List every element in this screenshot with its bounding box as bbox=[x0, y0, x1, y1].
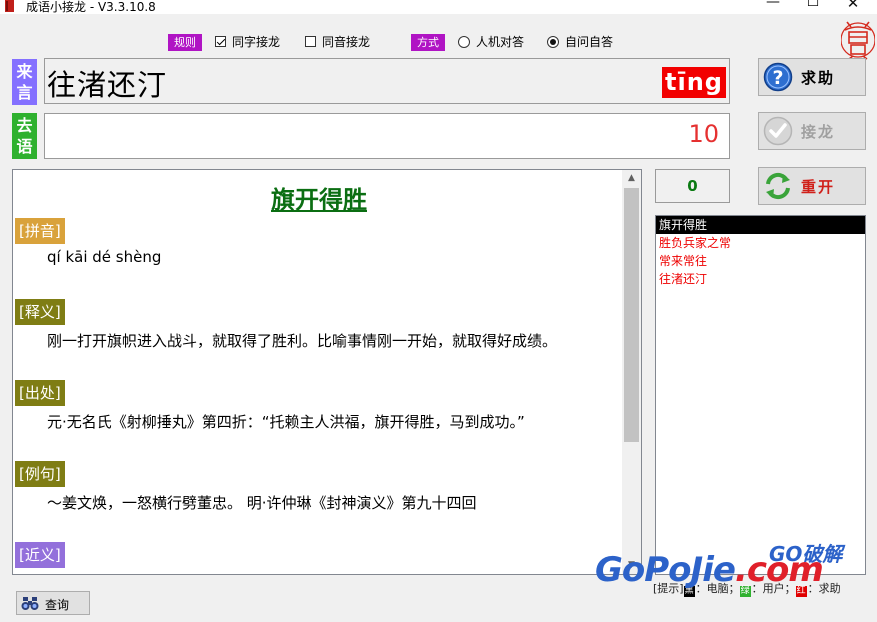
help-button[interactable]: ? 求助 bbox=[758, 58, 866, 96]
app-book-icon bbox=[5, 0, 14, 12]
svg-text:?: ? bbox=[772, 67, 783, 89]
legend-green-swatch: 绿 bbox=[739, 586, 751, 597]
next-button[interactable]: 接龙 bbox=[758, 112, 866, 150]
same-sound-label: 同音接龙 bbox=[322, 35, 371, 49]
question-icon: ? bbox=[763, 62, 793, 92]
idiom-title: 旗开得胜 bbox=[271, 186, 367, 214]
history-item[interactable]: 旗开得胜 bbox=[656, 216, 865, 234]
same-char-label: 同字接龙 bbox=[232, 35, 281, 49]
example-section-label: [例句] bbox=[15, 461, 65, 487]
history-list[interactable]: 旗开得胜 胜负兵家之常 常来常往 往渚还汀 bbox=[655, 215, 866, 575]
incoming-box: 往渚还汀 tīng bbox=[44, 58, 730, 104]
synonym-section-label: [近义] bbox=[15, 542, 65, 568]
binoculars-icon bbox=[21, 597, 39, 610]
legend-help: ：求助 bbox=[807, 582, 841, 595]
same-sound-checkbox[interactable]: 同音接龙 bbox=[305, 34, 370, 51]
legend-red-swatch: 红 bbox=[795, 586, 807, 597]
source-text: 元·无名氏《射柳捶丸》第四折：“托赖主人洪福，旗开得胜，马到成功。” bbox=[47, 413, 525, 431]
history-item[interactable]: 胜负兵家之常 bbox=[656, 234, 865, 252]
answer-input[interactable]: 10 bbox=[44, 113, 730, 159]
idiom-detail-panel[interactable]: 旗开得胜 [拼音] qí kāi dé shèng [释义] 刚一打开旗帜进入战… bbox=[12, 169, 642, 575]
incoming-idiom: 往渚还汀 bbox=[47, 68, 168, 102]
query-label: 查询 bbox=[45, 598, 70, 612]
tail-pinyin-badge: tīng bbox=[662, 67, 726, 98]
seal-stamp-icon[interactable] bbox=[841, 20, 875, 60]
scroll-up-arrow-icon[interactable]: ▲ bbox=[622, 170, 641, 187]
pinyin-text: qí kāi dé shèng bbox=[47, 248, 162, 266]
query-button[interactable]: 查询 bbox=[16, 591, 90, 615]
vs-computer-label: 人机对答 bbox=[476, 35, 525, 49]
next-label: 接龙 bbox=[801, 123, 836, 141]
radio-selected-icon bbox=[547, 36, 559, 48]
scroll-thumb[interactable] bbox=[624, 188, 639, 442]
close-button[interactable]: ✕ bbox=[833, 0, 873, 14]
legend-black-swatch: 黑 bbox=[683, 586, 695, 597]
self-answer-radio[interactable]: 自问自答 bbox=[547, 34, 613, 51]
legend-user: ：用户； bbox=[751, 582, 796, 595]
legend-prefix: [提示] bbox=[653, 582, 684, 595]
app-window: 成语小接龙 - V3.3.10.8 — ☐ ✕ 规则 同字接龙 同音接龙 方式 … bbox=[0, 0, 877, 622]
outgoing-label: 去语 bbox=[12, 113, 37, 159]
help-label: 求助 bbox=[801, 69, 836, 87]
pinyin-section-label: [拼音] bbox=[15, 218, 65, 244]
minimize-button[interactable]: — bbox=[753, 0, 793, 14]
source-section-label: [出处] bbox=[15, 380, 65, 406]
vs-computer-radio[interactable]: 人机对答 bbox=[458, 34, 524, 51]
rule-tag: 规则 bbox=[168, 34, 202, 51]
example-text: ～姜文焕，一怒横行劈董忠。 明·许仲琳《封神演义》第九十四回 bbox=[47, 494, 477, 512]
countdown-number: 10 bbox=[688, 120, 719, 148]
history-item[interactable]: 往渚还汀 bbox=[656, 270, 865, 288]
restart-label: 重开 bbox=[801, 178, 836, 196]
meaning-text: 刚一打开旗帜进入战斗，就取得了胜利。比喻事情刚一开始，就取得好成绩。 bbox=[47, 332, 558, 350]
legend-computer: ：电脑； bbox=[695, 582, 740, 595]
scroll-down-arrow-icon[interactable]: ▼ bbox=[622, 557, 641, 574]
detail-scrollbar[interactable]: ▲ ▼ bbox=[622, 170, 641, 574]
incoming-label: 来言 bbox=[12, 59, 37, 105]
checkbox-checked-icon bbox=[215, 36, 226, 47]
radio-unselected-icon bbox=[458, 36, 470, 48]
window-title: 成语小接龙 - V3.3.10.8 bbox=[26, 0, 156, 14]
meaning-section-label: [释义] bbox=[15, 299, 65, 325]
history-item[interactable]: 常来常往 bbox=[656, 252, 865, 270]
score-counter: 0 bbox=[655, 169, 730, 203]
same-char-checkbox[interactable]: 同字接龙 bbox=[215, 34, 280, 51]
color-legend: [提示]黑 ：电脑；绿 ：用户；红 ：求助 bbox=[653, 582, 841, 597]
maximize-button[interactable]: ☐ bbox=[793, 0, 833, 14]
self-answer-label: 自问自答 bbox=[565, 35, 614, 49]
refresh-icon bbox=[766, 172, 790, 200]
checkbox-unchecked-icon bbox=[305, 36, 316, 47]
title-bar: 成语小接龙 - V3.3.10.8 — ☐ ✕ bbox=[0, 0, 877, 14]
restart-button[interactable]: 重开 bbox=[758, 167, 866, 205]
mode-tag: 方式 bbox=[411, 34, 445, 51]
check-icon bbox=[763, 116, 793, 146]
